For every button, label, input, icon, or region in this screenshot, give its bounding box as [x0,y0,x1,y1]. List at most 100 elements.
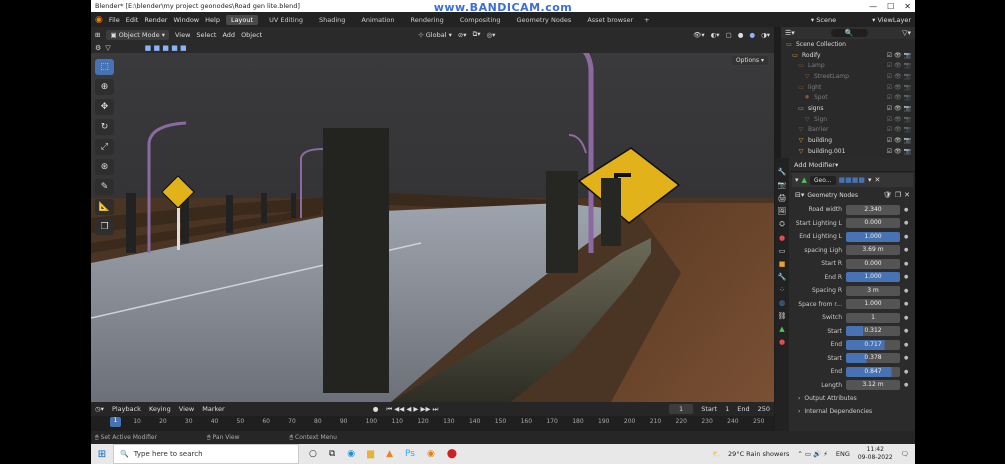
shading-rendered-icon[interactable]: ◑▾ [761,31,770,39]
transform-orientation-dropdown[interactable]: ⊹ Global ▾ [418,31,452,39]
workspace-tab-compositing[interactable]: Compositing [455,15,506,25]
outliner-editor-icon[interactable]: ☰▾ [785,29,795,37]
visibility-toggles[interactable]: ☑ 👁 📷 [887,148,911,155]
menu-object[interactable]: Object [241,31,262,39]
menu-keying[interactable]: Keying [149,405,171,413]
playhead[interactable]: 1 [110,417,121,427]
subpanel-internal-dependencies[interactable]: › Internal Dependencies [790,405,915,418]
windows-start-icon[interactable]: ⊞ [91,449,113,460]
playback-controls[interactable]: ⏮ ◀◀ ◀ ▶ ▶▶ ⏭ [386,405,438,414]
menu-marker[interactable]: Marker [202,405,224,413]
options-dropdown[interactable]: Options ▾ [731,56,768,65]
tool-tab-icon[interactable]: 🔧 [778,168,787,176]
taskbar-search-box[interactable]: 🔍 Type here to search [113,444,299,464]
move-tool-icon[interactable]: ✥ [95,99,114,115]
keyframe-dot-icon[interactable]: ● [904,261,908,267]
snap-icon[interactable]: ⧉▾ [473,30,481,39]
menu-select[interactable]: Select [196,31,216,39]
visibility-toggles[interactable]: ☑ 👁 📷 [887,84,911,91]
shading-solid-icon[interactable]: ● [738,31,744,39]
modifier-menu-icon[interactable]: ▾ [868,176,872,184]
add-modifier-dropdown[interactable]: Add Modifier ▾ [790,158,915,172]
viewlayer-selector[interactable]: ▾ ViewLayer [872,16,911,24]
input-value-field[interactable]: 0.717 [846,339,900,350]
menu-edit[interactable]: Edit [126,16,139,24]
input-value-field[interactable]: 1.000 [846,299,900,310]
keyframe-dot-icon[interactable]: ● [904,234,908,240]
workspace-tab-geometry-nodes[interactable]: Geometry Nodes [511,15,576,25]
menu-view[interactable]: View [175,31,190,39]
input-value-field[interactable]: 0.847 [846,366,900,377]
menu-render[interactable]: Render [144,16,167,24]
xray-icon[interactable]: ▢ [726,31,732,39]
input-value-field[interactable]: 0.312 [846,326,900,337]
node-tree-icon[interactable]: ⊟▾ [795,191,804,199]
data-tab-icon[interactable]: ▲ [779,325,784,333]
annotate-tool-icon[interactable]: ✎ [95,179,114,195]
input-value-field[interactable]: 1.000 [846,231,900,242]
close-icon[interactable]: ✕ [904,191,910,199]
outliner-item[interactable]: ▽ Barrier ☑ 👁 📷 [781,125,915,136]
outliner-item[interactable]: ▭ Lamp ☑ 👁 📷 [781,60,915,71]
select-box-tool-icon[interactable]: ⬚ [95,59,114,75]
keyframe-dot-icon[interactable]: ● [904,342,908,348]
transform-tool-icon[interactable]: ⊛ [95,159,114,175]
pivot-icon[interactable]: ⊘▾ [458,31,467,39]
outliner-item[interactable]: ▽ building ☑ 👁 📷 [781,135,915,146]
node-group-name[interactable]: Geometry Nodes [807,192,880,199]
task-view-icon[interactable]: ⧉ [329,449,335,459]
visibility-toggles[interactable]: ☑ 👁 📷 [887,52,911,59]
outliner-item[interactable]: ▽ Sign ☑ 👁 📷 [781,114,915,125]
current-frame-field[interactable]: 1 [669,404,694,414]
timeline-editor-icon[interactable]: ◷▾ [95,405,104,413]
input-value-field[interactable]: 1.000 [846,272,900,283]
output-tab-icon[interactable]: 🖨 [778,194,787,202]
modifier-name-field[interactable]: Geo... [809,175,836,185]
cortana-icon[interactable]: ○ [309,449,317,459]
timeline-ruler[interactable]: 1 10 20 30 40 50 60 70 80 90 100 110 120 130 140 150 160… [91,416,774,431]
end-field[interactable]: 250 [758,405,770,413]
tray-icons[interactable]: ⌃ ▭ 🔊 ⚡ [797,450,827,458]
add-workspace-icon[interactable]: + [644,16,649,24]
menu-playback[interactable]: Playback [112,405,141,413]
object-mode-dropdown[interactable]: ▣ Object Mode ▾ [106,29,169,40]
visibility-toggles[interactable]: ☑ 👁 📷 [887,73,911,80]
notification-icon[interactable]: 🗨 [901,450,909,458]
input-value-field[interactable]: 0.000 [846,218,900,229]
input-value-field[interactable]: 0.378 [846,353,900,364]
filter-icon[interactable]: ▽ [105,44,110,52]
outliner-item[interactable]: ▭ signs ☑ 👁 📷 [781,103,915,114]
outliner-item[interactable]: ✹ Spot ☑ 👁 📷 [781,92,915,103]
measure-tool-icon[interactable]: 📐 [95,199,114,215]
view-layer-tab-icon[interactable]: 🖼 [778,207,787,215]
input-value-field[interactable]: 1 [846,312,900,323]
weather-icon[interactable]: ⛅ [712,450,720,458]
bandicam-icon[interactable]: ⬤ [447,449,457,459]
search-icon[interactable]: 🔍 [830,29,868,37]
outliner-item[interactable]: ▽ StreetLamp ☑ 👁 📷 [781,71,915,82]
keyframe-dot-icon[interactable]: ● [904,288,908,294]
workspace-tab-shading[interactable]: Shading [314,15,350,25]
physics-tab-icon[interactable]: ◍ [779,299,785,307]
editor-type-icon[interactable]: ⊞ [95,31,100,39]
workspace-tab-layout[interactable]: Layout [225,14,259,25]
input-value-field[interactable]: 3.12 m [846,380,900,391]
keyframe-dot-icon[interactable]: ● [904,369,908,375]
workspace-tab-rendering[interactable]: Rendering [406,15,449,25]
keyframe-dot-icon[interactable]: ● [904,315,908,321]
menu-add[interactable]: Add [222,31,235,39]
weather-text[interactable]: 29°C Rain showers [728,450,789,458]
workspace-tab-asset-browser[interactable]: Asset browser [582,15,638,25]
close-icon[interactable]: ✕ [875,176,881,184]
keyframe-dot-icon[interactable]: ● [904,355,908,361]
constraints-tab-icon[interactable]: ⛓ [778,312,787,320]
visibility-icon[interactable]: 👁▾ [693,31,705,39]
visibility-toggles[interactable]: ☑ 👁 📷 [887,137,911,144]
scene-tab-icon[interactable]: ⛭ [779,220,785,229]
add-cube-tool-icon[interactable]: ❒ [95,219,114,235]
minimize-button[interactable]: — [869,2,877,11]
input-value-field[interactable]: 3.69 m [846,245,900,256]
blender-logo-icon[interactable]: ◉ [95,15,103,25]
workspace-tab-animation[interactable]: Animation [356,15,399,25]
gear-icon[interactable]: ⚙ [95,44,101,52]
